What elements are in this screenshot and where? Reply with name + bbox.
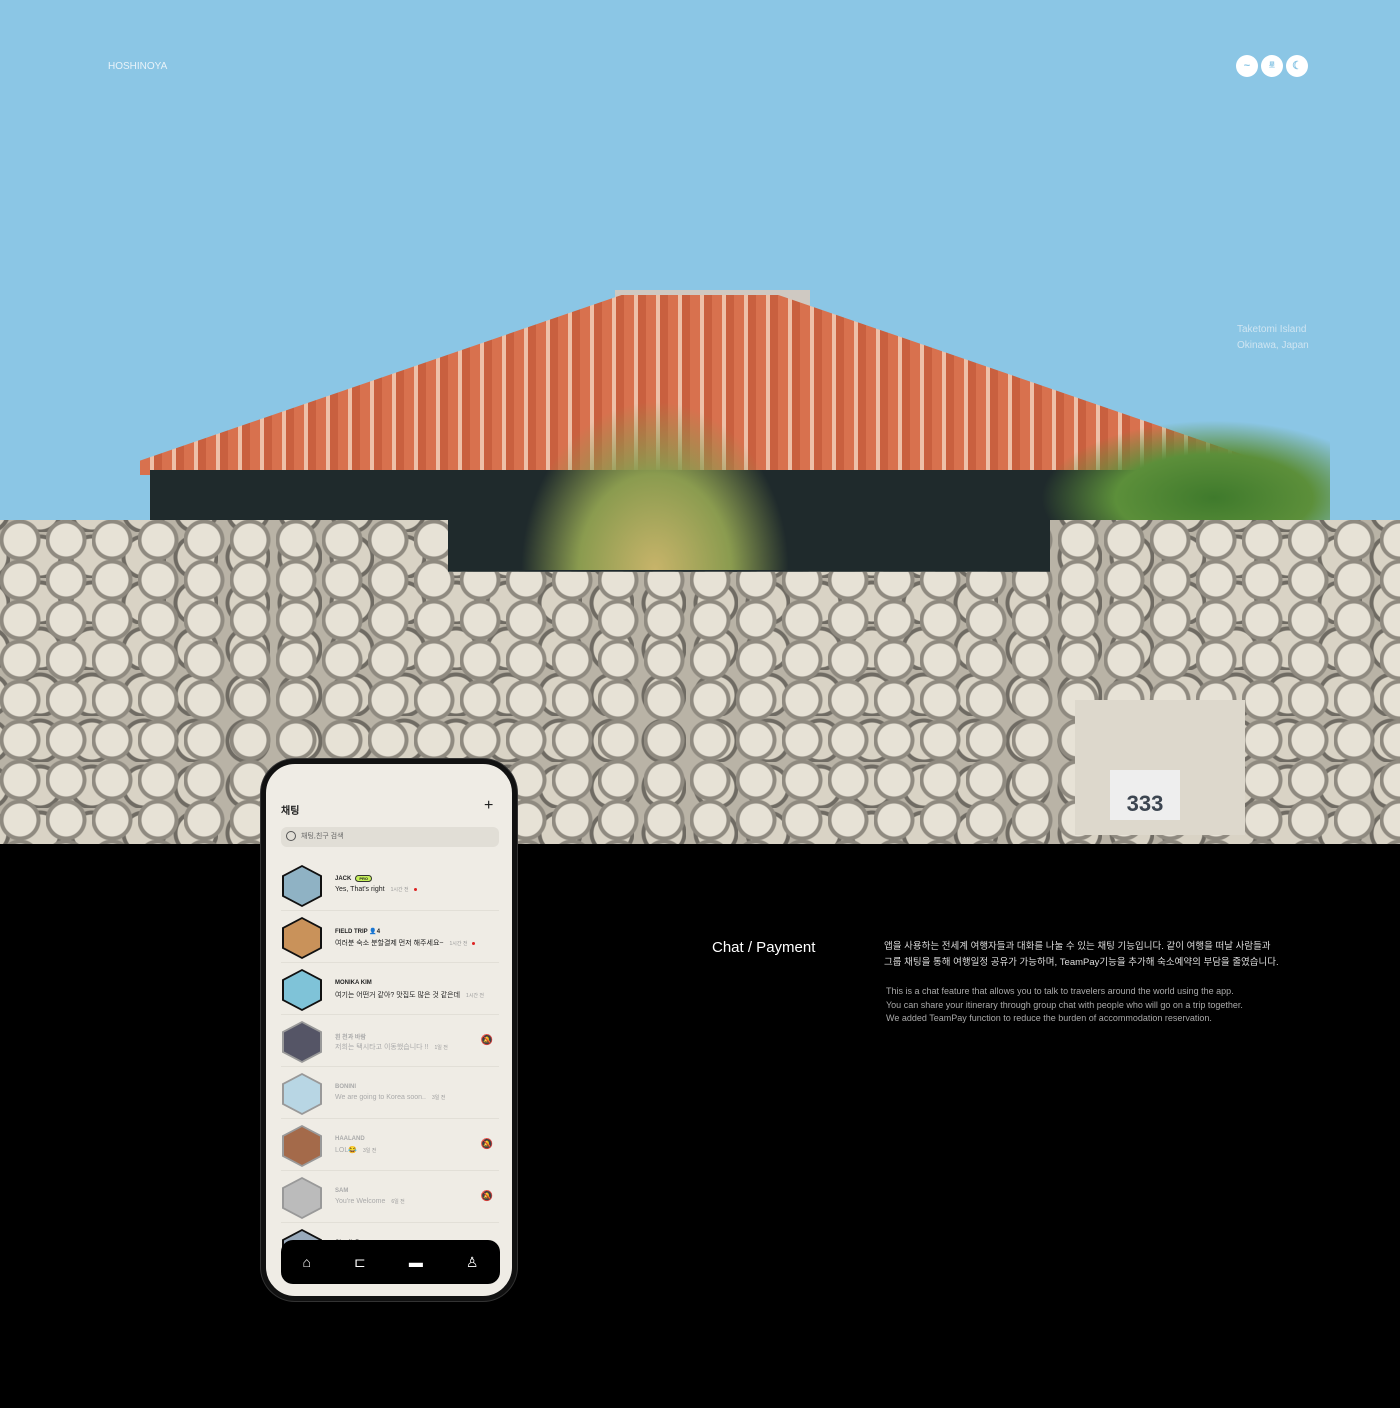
chat-list-item[interactable]: FIELD TRIP 👤4 여러분 숙소 분할결제 먼저 해주세요~ 1시간 전 bbox=[281, 911, 499, 963]
chat-time: 1시간 전 bbox=[390, 887, 409, 893]
mute-bell-icon: 🔕 bbox=[480, 1035, 493, 1046]
ticket-icon[interactable]: ⊏ bbox=[354, 1254, 366, 1271]
add-chat-button[interactable]: + bbox=[484, 797, 493, 815]
chat-list-item[interactable]: HAALAND LOL😂 3일 전 🔕 bbox=[281, 1119, 499, 1171]
chat-name: HAALAND bbox=[335, 1136, 365, 1142]
chat-time: 3일 전 bbox=[362, 1148, 377, 1154]
chat-message: Yes, That's right 1시간 전 bbox=[335, 886, 417, 893]
section-title: Chat / Payment bbox=[712, 939, 816, 956]
location: Taketomi Island Okinawa, Japan bbox=[1237, 322, 1309, 354]
phone-mockup: 채팅 + 채팅,친구 검색 JACK PRO Yes, That's right 1… bbox=[261, 759, 517, 1301]
avatar bbox=[282, 1021, 322, 1063]
avatar bbox=[282, 1177, 322, 1219]
mute-bell-icon: 🔕 bbox=[480, 1139, 493, 1150]
english-description: This is a chat feature that allows you t… bbox=[886, 985, 1286, 1026]
logo: ~ 星 ☾ bbox=[1236, 55, 1308, 77]
chat-time: 1시간 전 bbox=[466, 993, 485, 999]
chat-message: LOL😂 3일 전 bbox=[335, 1147, 377, 1154]
avatar bbox=[282, 1125, 322, 1167]
bottom-nav: ⌂ ⊏ ▬ ♙ bbox=[281, 1240, 500, 1284]
moon-logo-icon: ☾ bbox=[1286, 55, 1308, 77]
chat-message: 저희는 택시타고 이동했습니다 !! 1일 전 bbox=[335, 1044, 448, 1051]
chat-message: 여기는 어떤거 같아? 맛집도 많은 것 같은데 1시간 전 bbox=[335, 992, 485, 999]
gate-number: 333 bbox=[1110, 770, 1180, 820]
chat-message: We are going to Korea soon.. 3일 전 bbox=[335, 1094, 446, 1101]
unread-dot bbox=[472, 941, 476, 945]
ko-line: 앱을 사용하는 전세계 여행자들과 대화를 나눌 수 있는 채팅 기능입니다. … bbox=[884, 941, 1271, 952]
member-count: 👤4 bbox=[369, 929, 381, 935]
chat-list-item[interactable]: BONINI We are going to Korea soon.. 3일 전 bbox=[281, 1067, 499, 1119]
ko-line: 그룹 채팅을 통해 여행일정 공유가 가능하며, TeamPay기능을 추가해 … bbox=[884, 957, 1279, 968]
search-icon bbox=[286, 831, 296, 841]
chat-list-item[interactable]: MONIKA KIM 여기는 어떤거 같아? 맛집도 많은 것 같은데 1시간 전 bbox=[281, 963, 499, 1015]
chat-time: 6일 전 bbox=[391, 1199, 405, 1205]
avatar bbox=[282, 969, 322, 1011]
wave-logo-icon: ~ bbox=[1236, 55, 1258, 77]
search-placeholder: 채팅,친구 검색 bbox=[301, 833, 344, 840]
chat-list-item[interactable]: 흰 천과 바람 저희는 택시타고 이동했습니다 !! 1일 전 🔕 bbox=[281, 1015, 499, 1067]
chat-icon[interactable]: ▬ bbox=[409, 1254, 423, 1270]
pro-badge: PRO bbox=[355, 875, 373, 882]
en-line: This is a chat feature that allows you t… bbox=[886, 986, 1234, 996]
unread-dot bbox=[413, 887, 417, 891]
search-input[interactable]: 채팅,친구 검색 bbox=[281, 827, 499, 847]
en-line: You can share your itinerary through gro… bbox=[886, 999, 1243, 1010]
chat-name: FIELD TRIP 👤4 bbox=[335, 929, 381, 935]
chat-title: 채팅 bbox=[281, 806, 300, 817]
chat-time: 1일 전 bbox=[434, 1045, 448, 1051]
chat-name: BONINI bbox=[335, 1084, 356, 1090]
plant bbox=[520, 400, 790, 570]
avatar bbox=[282, 1073, 322, 1115]
avatar bbox=[282, 865, 322, 907]
avatar bbox=[282, 917, 322, 959]
chat-message: 여러분 숙소 분할결제 먼저 해주세요~ 1시간 전 bbox=[335, 938, 476, 948]
chat-name: JACK PRO bbox=[335, 875, 373, 882]
chat-name: 흰 천과 바람 bbox=[335, 1035, 366, 1041]
brand-name: HOSHINOYA bbox=[108, 61, 168, 72]
en-line: We added TeamPay function to reduce the … bbox=[886, 1013, 1212, 1023]
chat-name: MONIKA KIM bbox=[335, 980, 372, 986]
chat-time: 1시간 전 bbox=[449, 941, 468, 947]
profile-icon[interactable]: ♙ bbox=[466, 1254, 479, 1271]
hoshinoya-logo-icon: 星 bbox=[1261, 55, 1283, 77]
chat-time: 3일 전 bbox=[431, 1095, 446, 1101]
chat-list-item[interactable]: SAM You're Welcome 6일 전 🔕 bbox=[281, 1171, 499, 1223]
location-line1: Taketomi Island bbox=[1237, 324, 1307, 335]
location-line2: Okinawa, Japan bbox=[1237, 340, 1309, 351]
korean-description: 앱을 사용하는 전세계 여행자들과 대화를 나눌 수 있는 채팅 기능입니다. … bbox=[884, 939, 1284, 971]
chat-name: SAM bbox=[335, 1188, 349, 1194]
chat-message: You're Welcome 6일 전 bbox=[335, 1198, 405, 1205]
hero-photo: 333 HOSHINOYA ~ 星 ☾ Taketomi Island Okin… bbox=[0, 0, 1400, 844]
chat-list-item[interactable]: JACK PRO Yes, That's right 1시간 전 bbox=[281, 859, 499, 911]
mute-bell-icon: 🔕 bbox=[480, 1191, 493, 1202]
home-icon[interactable]: ⌂ bbox=[303, 1254, 311, 1270]
